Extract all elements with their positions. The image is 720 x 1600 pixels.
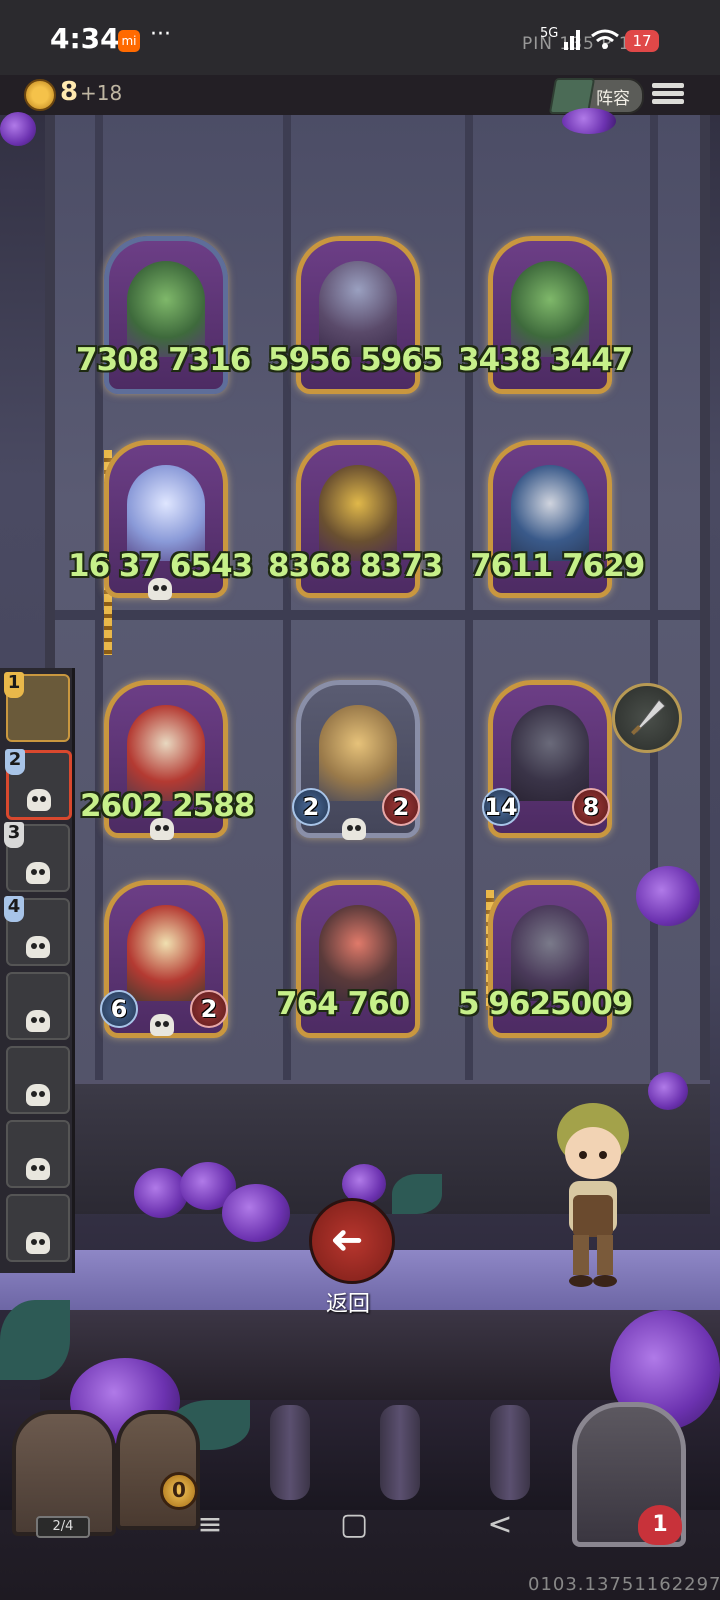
slot-number: 3 [4,822,24,848]
attack-badge: 14 [482,788,520,826]
window-mullion [283,115,291,1080]
skull-icon [27,789,51,811]
attack-badge: 6 [100,990,138,1028]
recent-apps-icon[interactable]: ≡ [190,1505,230,1545]
lineup-label: 阵容 [596,89,630,109]
menu-icon[interactable] [652,80,684,108]
back-label[interactable]: 返回 [326,1286,370,1318]
battery-indicator: 17 [625,30,659,52]
musketeer-portrait [511,705,589,801]
leaf-decoration [392,1174,442,1214]
window-mullion [465,115,473,1080]
skull-icon [26,936,50,958]
team-slot[interactable]: 1 [4,672,70,742]
skull-icon [26,862,50,884]
back-arrow-icon: ➜ [330,1217,364,1263]
rose-decoration [134,1168,188,1218]
build-code: 0103.13751162297 [528,1574,720,1595]
home-icon[interactable]: ▢ [334,1505,374,1545]
skull-icon [342,818,366,840]
skull-icon [26,1158,50,1180]
dagger-icon [631,699,666,735]
team-slot[interactable]: 2 [5,749,72,820]
status-bar: 4:34 mi ··· PIN 135 P 160 5G 17 [0,0,720,75]
slot-number: 4 [4,896,24,922]
fairy-portrait [127,465,205,561]
monk-portrait [127,905,205,1001]
hero-stats: 7308 7316 [76,342,251,378]
health-badge: 8 [572,788,610,826]
baluster [380,1405,420,1500]
window-mullion [650,115,658,1080]
leaf-decoration [0,1300,70,1380]
health-badge: 2 [190,990,228,1028]
chest-counter: 2/4 [36,1516,90,1538]
slot-number: 2 [5,749,25,775]
xiaomi-icon: mi [118,30,140,52]
pinocchio-portrait [319,705,397,801]
hammer-portrait [319,465,397,561]
wifi-icon [591,29,619,49]
health-badge: 2 [382,788,420,826]
top-hud: 8 +18 阵容 [0,75,720,115]
clock: 4:34 [50,22,120,55]
window-mullion [95,115,103,1080]
dagger-item[interactable] [612,683,682,753]
player-character [557,1103,629,1287]
rose-decoration [0,112,36,146]
system-nav-bar: ≡ ▢ < [190,1505,520,1555]
hero-stats: 7611 7629 [470,548,645,584]
skull-icon [26,1010,50,1032]
back-nav-icon[interactable]: < [480,1505,520,1545]
coin-gain: +18 [80,81,123,105]
cage-chest[interactable] [116,1410,200,1530]
team-slot[interactable] [6,972,70,1040]
skull-icon [150,818,174,840]
team-slot[interactable] [6,1120,70,1188]
skull-icon [148,578,172,600]
baluster [490,1405,530,1500]
hero-stats: 764 760 [276,986,410,1022]
back-button[interactable]: ➜ [309,1198,395,1284]
rose-decoration [562,108,616,134]
hero-stats: 8368 8373 [268,548,443,584]
hero-stats: 5 9625009 [458,986,633,1022]
overflow-dots-icon: ··· [150,22,171,47]
skull-icon [150,1014,174,1036]
team-slot[interactable]: 3 [4,822,70,892]
team-slot[interactable] [6,1194,70,1262]
rose-decoration [636,866,700,926]
rose-decoration [222,1184,290,1242]
window-crossbar [55,610,700,620]
hero-stats: 5956 5965 [268,342,443,378]
monk-portrait [127,705,205,801]
attack-badge: 2 [292,788,330,826]
lives-heart-icon: 1 [638,1505,682,1545]
hero-stats: 3438 3447 [458,342,633,378]
team-slot[interactable] [6,1046,70,1114]
skull-icon [26,1232,50,1254]
signal-icon [564,30,580,50]
coin-icon [24,79,56,111]
rose-decoration [648,1072,688,1110]
skull-icon [26,1084,50,1106]
baluster [270,1405,310,1500]
lineup-button[interactable]: 阵容 [548,78,644,114]
team-slot[interactable]: 4 [4,896,70,966]
slot-number: 1 [4,672,24,698]
team-rail: 1 2 3 4 [0,668,75,1273]
coin-count: 8 [60,77,79,107]
imp-portrait [511,465,589,561]
